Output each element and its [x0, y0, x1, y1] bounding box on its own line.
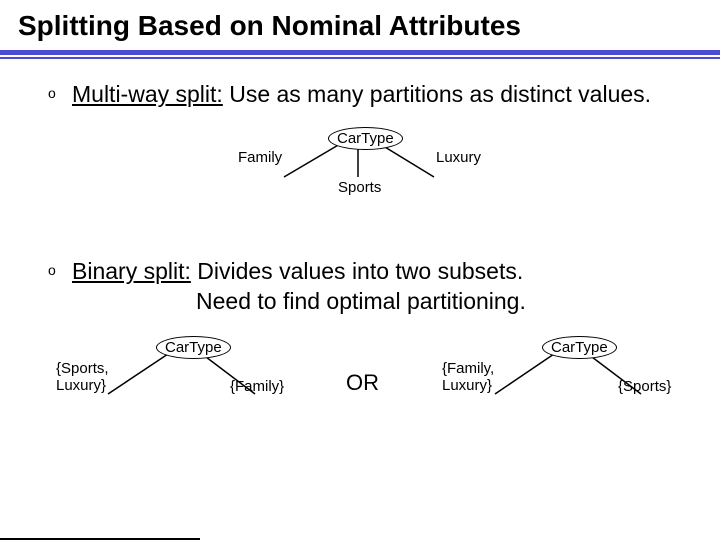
bullet-2-underline: Binary split: — [72, 258, 191, 284]
bullet-1: o Multi-way split: Use as many partition… — [48, 79, 690, 109]
diagram-multiway: CarType Family Sports Luxury — [48, 119, 690, 214]
bullet-marker: o — [48, 79, 72, 107]
bullet-marker: o — [48, 256, 72, 284]
node-cartype-left: CarType — [156, 336, 231, 359]
page-title: Splitting Based on Nominal Attributes — [0, 0, 720, 50]
content-area: o Multi-way split: Use as many partition… — [0, 59, 720, 450]
label-or: OR — [346, 370, 379, 396]
label-family: Family — [238, 149, 282, 166]
label-right-left: {Family, Luxury} — [442, 360, 494, 394]
node-cartype: CarType — [328, 127, 403, 150]
divider-thick — [0, 50, 720, 55]
bullet-1-rest: Use as many partitions as distinct value… — [223, 81, 651, 107]
node-cartype-right: CarType — [542, 336, 617, 359]
label-left-left: {Sports, Luxury} — [56, 360, 109, 394]
bullet-2-text: Binary split: Divides values into two su… — [72, 256, 526, 316]
label-sports: Sports — [338, 179, 381, 196]
label-left-right: {Family} — [230, 378, 284, 395]
bullet-2-rest: Divides values into two subsets. — [191, 258, 523, 284]
label-luxury: Luxury — [436, 149, 481, 166]
diagram-binary: CarType {Sports, Luxury} {Family} OR Car… — [48, 330, 690, 450]
bullet-1-text: Multi-way split: Use as many partitions … — [72, 79, 651, 109]
label-right-right: {Sports} — [618, 378, 671, 395]
bullet-2: o Binary split: Divides values into two … — [48, 256, 690, 316]
bullet-1-underline: Multi-way split: — [72, 81, 223, 107]
bullet-2-line2: Need to find optimal partitioning. — [72, 286, 526, 316]
